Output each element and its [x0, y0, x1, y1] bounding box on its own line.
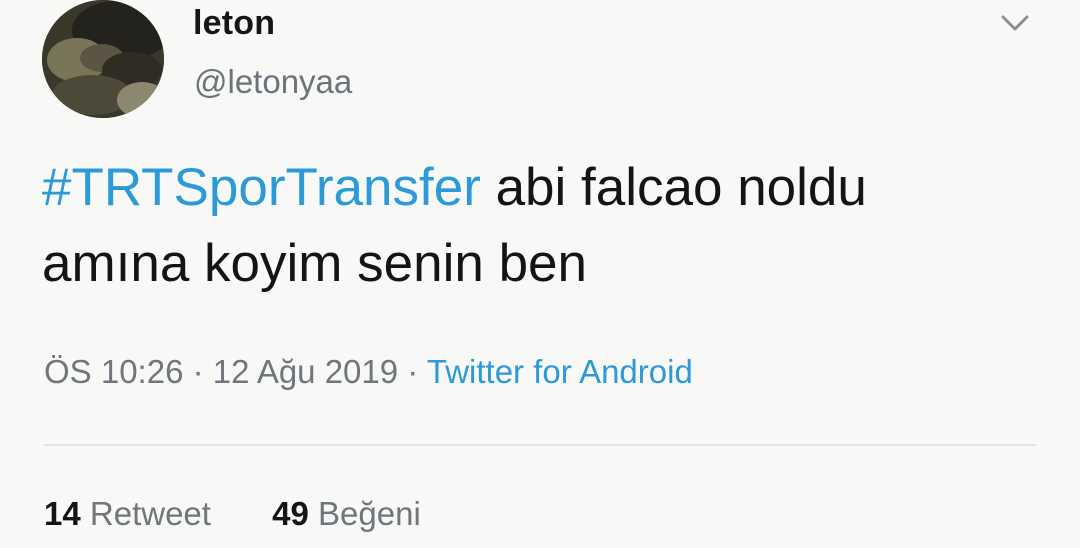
- tweet-source-link[interactable]: Twitter for Android: [427, 353, 693, 390]
- retweets-count: 14: [44, 495, 81, 532]
- tweet-text-line2: amına koyim senin ben: [42, 234, 588, 293]
- tweet-date[interactable]: 12 Ağu 2019: [213, 353, 398, 390]
- tweet-text-line1: abi falcao noldu: [480, 158, 867, 217]
- avatar[interactable]: [42, 0, 164, 118]
- meta-separator: ·: [398, 353, 427, 390]
- tweet-stats: 14 Retweet 49 Beğeni: [44, 495, 473, 533]
- tweet-text: #TRTSporTransfer abi falcao noldu amına …: [42, 150, 1042, 302]
- retweets-stat[interactable]: 14 Retweet: [44, 495, 211, 533]
- tweet-time[interactable]: ÖS 10:26: [44, 353, 183, 390]
- user-display-name[interactable]: leton: [193, 4, 275, 43]
- meta-separator: ·: [183, 353, 213, 390]
- hashtag-link[interactable]: #TRTSporTransfer: [42, 158, 481, 217]
- divider: [44, 444, 1036, 446]
- tweet-card: leton @letonyaa #TRTSporTransfer abi fal…: [0, 0, 1080, 548]
- chevron-down-icon[interactable]: [1000, 12, 1030, 34]
- likes-stat[interactable]: 49 Beğeni: [272, 495, 421, 533]
- tweet-meta: ÖS 10:26 · 12 Ağu 2019 · Twitter for And…: [44, 353, 693, 391]
- likes-count: 49: [272, 495, 309, 532]
- user-handle[interactable]: @letonyaa: [194, 63, 352, 101]
- retweets-label: Retweet: [89, 495, 211, 532]
- likes-label: Beğeni: [318, 495, 421, 532]
